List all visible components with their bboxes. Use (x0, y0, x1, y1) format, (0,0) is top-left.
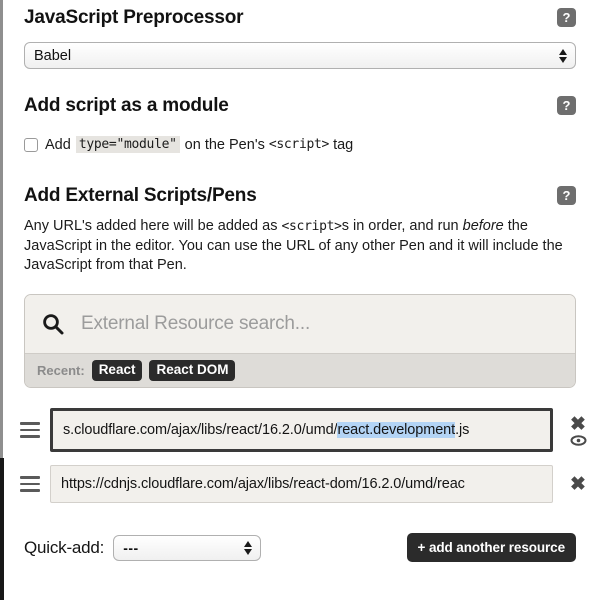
help-icon[interactable]: ? (557, 96, 576, 115)
close-icon[interactable]: ✖ (570, 415, 586, 434)
external-resources-panel: JavaScript Preprocessor ? Babel Add scri… (0, 0, 600, 600)
quick-add-label: Quick-add: (24, 537, 105, 557)
quick-add-group: Quick-add: --- (24, 534, 262, 561)
resource-url-text-1a: s.cloudflare.com/ajax/libs/react/16.2.0/… (63, 422, 338, 438)
help-icon[interactable]: ? (557, 8, 576, 27)
add-another-resource-button[interactable]: + add another resource (406, 533, 576, 562)
resource-url-input-2[interactable]: https://cdnjs.cloudflare.com/ajax/libs/r… (50, 465, 553, 503)
page-title: JavaScript Preprocessor (24, 7, 244, 28)
quick-add-value: --- (123, 539, 139, 556)
preprocessor-select-value: Babel (34, 47, 72, 64)
resource-actions-1: ✖ (563, 415, 593, 446)
module-code-tag: <script> (268, 137, 330, 152)
resource-url-input-1[interactable]: s.cloudflare.com/ajax/libs/react/16.2.0/… (50, 408, 553, 452)
eye-icon[interactable] (570, 434, 587, 446)
external-header: Add External Scripts/Pens ? (24, 186, 576, 205)
desc-code: <script> (281, 219, 342, 234)
quick-add-row: Quick-add: --- + add another resource (24, 533, 576, 562)
table-row: s.cloudflare.com/ajax/libs/react/16.2.0/… (18, 408, 593, 452)
recent-tag-react-dom[interactable]: React DOM (149, 360, 236, 381)
resource-actions-2: ✖ (563, 475, 593, 494)
module-header: Add script as a module ? (24, 96, 576, 115)
search-input[interactable]: External Resource search... (25, 295, 575, 353)
search-icon (43, 314, 64, 335)
module-label-before: Add (45, 136, 71, 153)
module-label-after: tag (333, 136, 354, 153)
external-title: Add External Scripts/Pens (24, 185, 257, 206)
preprocessor-select-wrap[interactable]: Babel (24, 42, 576, 69)
module-title: Add script as a module (24, 95, 229, 116)
recent-tag-react[interactable]: React (91, 360, 143, 381)
quick-add-select[interactable]: --- (113, 534, 262, 561)
module-checkbox-label[interactable]: Add type="module" on the Pen's <script> … (24, 136, 576, 153)
module-code-attr: type="module" (75, 136, 180, 153)
chevron-updown-icon (244, 540, 253, 555)
drag-handle-icon[interactable] (18, 422, 40, 438)
desc-part1: Any URL's added here will be added as (24, 218, 282, 234)
drag-handle-icon[interactable] (18, 476, 40, 492)
module-label-middle: on the Pen's (184, 136, 265, 153)
recent-label: Recent: (37, 362, 85, 378)
preprocessor-header: JavaScript Preprocessor ? (24, 8, 576, 27)
module-checkbox[interactable] (24, 137, 38, 152)
resource-url-text-1b: .js (455, 422, 470, 438)
resource-search-panel: External Resource search... Recent: Reac… (24, 294, 576, 388)
left-rail-top (0, 0, 3, 458)
table-row: https://cdnjs.cloudflare.com/ajax/libs/r… (18, 465, 593, 503)
external-description: Any URL's added here will be added as <s… (24, 217, 580, 276)
help-icon[interactable]: ? (557, 186, 576, 205)
close-icon[interactable]: ✖ (570, 475, 586, 494)
desc-part2: s in order, and run (341, 218, 463, 234)
left-rail-bottom (0, 458, 4, 600)
resource-url-text-2: https://cdnjs.cloudflare.com/ajax/libs/r… (61, 476, 465, 492)
desc-emphasis: before (462, 218, 504, 234)
module-checkbox-row[interactable]: Add type="module" on the Pen's <script> … (24, 136, 576, 153)
resource-url-selection-1: react.development (337, 422, 456, 438)
preprocessor-select[interactable]: Babel (24, 42, 576, 69)
search-placeholder: External Resource search... (81, 313, 311, 334)
recent-bar: Recent: React React DOM (25, 353, 575, 387)
chevron-updown-icon (559, 48, 567, 63)
